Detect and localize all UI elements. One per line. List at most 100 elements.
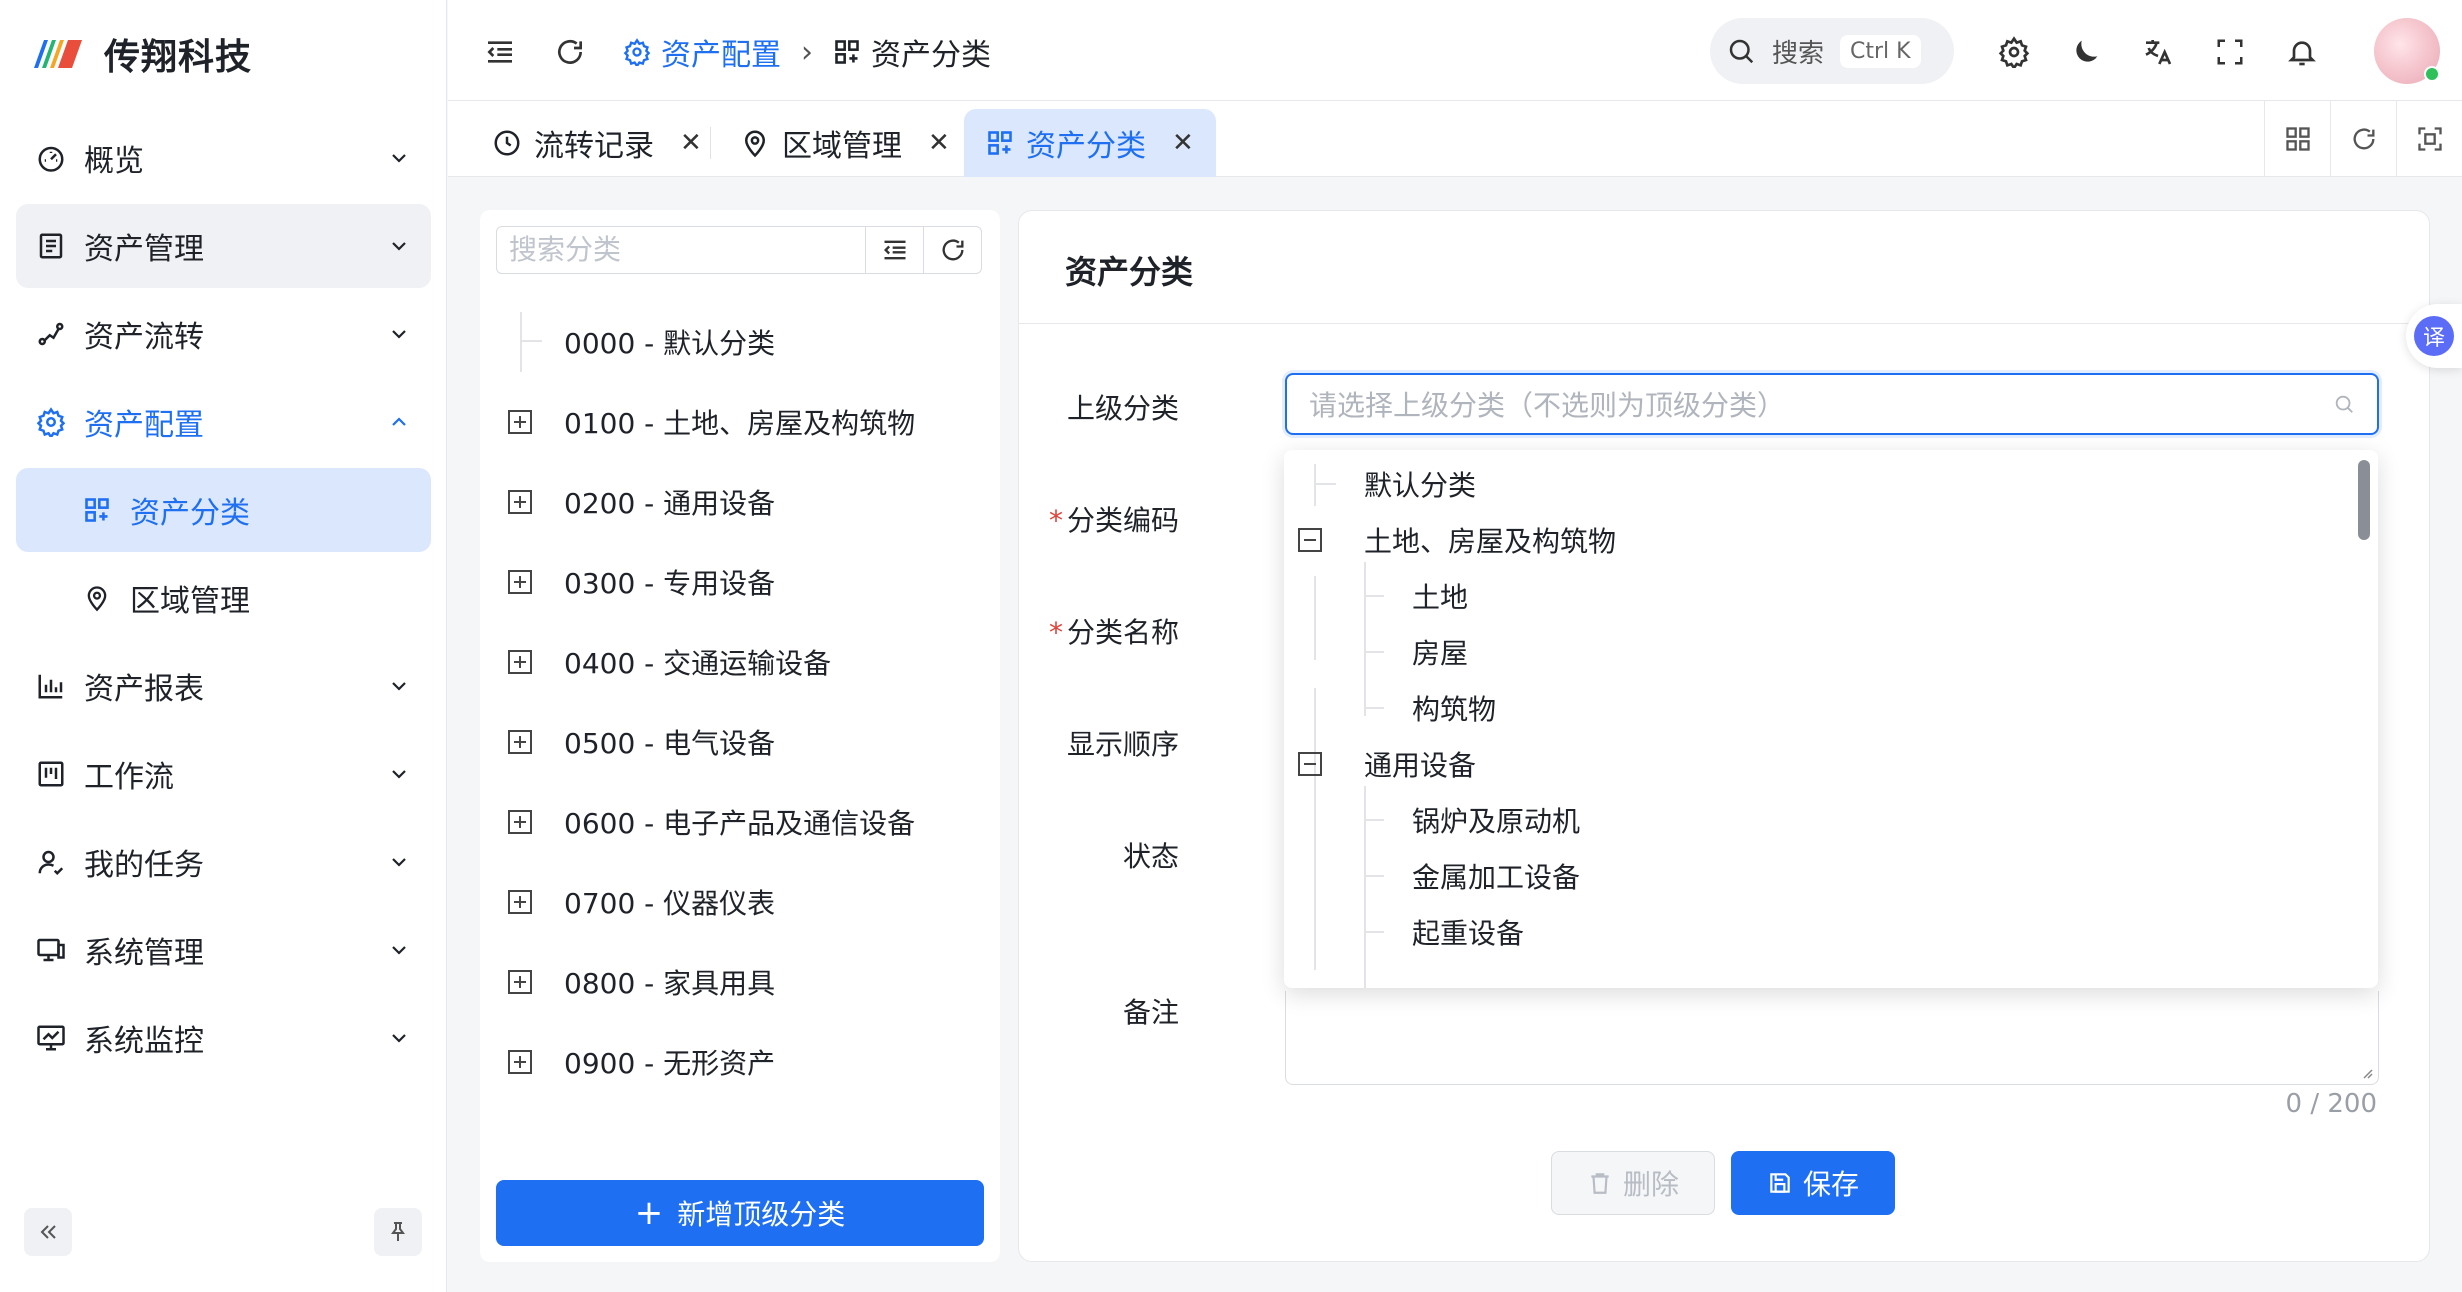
tab-asset-category[interactable]: 资产分类 ✕: [964, 109, 1216, 177]
breadcrumb-asset-config[interactable]: 资产配置: [623, 30, 781, 74]
parent-category-dropdown: 默认分类 土地、房屋及构筑物 土地 房屋 构筑物 通用设备 锅炉及原动机 金属加…: [1284, 450, 2378, 988]
tree-refresh-button[interactable]: [923, 227, 981, 273]
chevron-down-icon: [392, 330, 406, 339]
global-search[interactable]: 搜索 Ctrl K: [1710, 18, 1954, 84]
settings-button[interactable]: [1992, 30, 2036, 74]
sidebar-item-area-management[interactable]: 区域管理: [16, 556, 431, 640]
tree-node[interactable]: 0300 - 专用设备: [496, 542, 986, 622]
category-tree: 0000 - 默认分类 0100 - 土地、房屋及构筑物 0200 - 通用设备…: [496, 302, 986, 1102]
tree-node[interactable]: 0400 - 交通运输设备: [496, 622, 986, 702]
add-top-category-button[interactable]: + 新增顶级分类: [496, 1180, 984, 1246]
notifications-button[interactable]: [2280, 30, 2324, 74]
sidebar-item-asset-report[interactable]: 资产报表: [16, 644, 431, 728]
dropdown-option[interactable]: 起重设备: [1284, 904, 2378, 960]
collapse-sidebar-button[interactable]: [24, 1208, 72, 1256]
expand-icon[interactable]: [508, 970, 532, 994]
tab-refresh-button[interactable]: [2330, 101, 2396, 177]
expand-icon[interactable]: [508, 890, 532, 914]
sidebar-item-system-monitor[interactable]: 系统监控: [16, 996, 431, 1080]
resize-handle-icon[interactable]: [2358, 1064, 2374, 1080]
sidebar-item-asset-flow[interactable]: 资产流转: [16, 292, 431, 376]
sidebar-item-overview[interactable]: 概览: [16, 116, 431, 200]
remark-textarea[interactable]: [1285, 991, 2379, 1085]
sidebar-item-label: 我的任务: [84, 848, 204, 883]
user-task-icon: [34, 845, 68, 879]
tree-node-label: 0800 - 家具用具: [564, 967, 776, 1000]
expand-icon[interactable]: [508, 650, 532, 674]
sidebar-item-workflow[interactable]: 工作流: [16, 732, 431, 816]
location-icon: [80, 581, 114, 615]
menu-fold-icon: [487, 41, 512, 63]
tree-node[interactable]: 0000 - 默认分类: [496, 302, 986, 382]
parent-category-select[interactable]: 请选择上级分类（不选则为顶级分类）: [1285, 373, 2379, 435]
user-avatar[interactable]: [2374, 18, 2440, 84]
tree-node[interactable]: 0800 - 家具用具: [496, 942, 986, 1022]
category-icon: [988, 131, 1012, 155]
collapse-icon[interactable]: [1298, 752, 1322, 776]
collapse-all-button[interactable]: [865, 227, 923, 273]
sidebar-item-label: 工作流: [84, 760, 174, 795]
dropdown-option[interactable]: 默认分类: [1284, 456, 2378, 512]
dropdown-option[interactable]: 构筑物: [1284, 680, 2378, 736]
dropdown-option[interactable]: 土地、房屋及构筑物: [1284, 512, 2378, 568]
label-text: 上级分类: [1066, 392, 1179, 425]
collapse-icon[interactable]: [1298, 528, 1322, 552]
parent-category-placeholder: 请选择上级分类（不选则为顶级分类）: [1309, 389, 1786, 422]
close-icon[interactable]: ✕: [928, 128, 950, 158]
close-icon[interactable]: ✕: [1172, 128, 1194, 158]
dropdown-option[interactable]: 土地: [1284, 568, 2378, 624]
dropdown-option[interactable]: 锅炉及原动机: [1284, 792, 2378, 848]
tree-node[interactable]: 0200 - 通用设备: [496, 462, 986, 542]
language-button[interactable]: [2136, 30, 2180, 74]
maximize-icon: [2417, 127, 2442, 151]
dropdown-option[interactable]: 通用设备: [1284, 736, 2378, 792]
dropdown-scrollbar[interactable]: [2358, 460, 2370, 540]
tree-node[interactable]: 0700 - 仪器仪表: [496, 862, 986, 942]
expand-icon[interactable]: [508, 730, 532, 754]
sidebar-item-my-tasks[interactable]: 我的任务: [16, 820, 431, 904]
dropdown-option[interactable]: 金属加工设备: [1284, 848, 2378, 904]
tree-node[interactable]: 0500 - 电气设备: [496, 702, 986, 782]
location-icon: [744, 130, 766, 158]
delete-button[interactable]: 删除: [1551, 1151, 1715, 1215]
tree-node[interactable]: 0900 - 无形资产: [496, 1022, 986, 1102]
tree-node[interactable]: 0100 - 土地、房屋及构筑物: [496, 382, 986, 462]
dropdown-option[interactable]: 房屋: [1284, 624, 2378, 680]
tree-search: 搜索分类: [496, 226, 982, 274]
sidebar-item-asset-config[interactable]: 资产配置: [16, 380, 431, 464]
theme-toggle-button[interactable]: [2064, 30, 2108, 74]
brand[interactable]: 传翔科技: [28, 28, 252, 80]
sidebar-item-asset-management[interactable]: 资产管理: [16, 204, 431, 288]
tab-area-management[interactable]: 区域管理 ✕: [718, 109, 972, 177]
tab-maximize-button[interactable]: [2396, 101, 2462, 177]
expand-icon[interactable]: [508, 810, 532, 834]
sidebar-menu: 概览 资产管理 资产流转 资产配置 资产分类 区域管理 资产报表 工作流 我的任…: [16, 116, 431, 1084]
expand-icon[interactable]: [508, 570, 532, 594]
option-label: 通用设备: [1364, 749, 1477, 782]
tree-node-label: 0300 - 专用设备: [564, 567, 776, 600]
monitor-icon: [34, 933, 68, 967]
fullscreen-button[interactable]: [2208, 30, 2252, 74]
expand-icon[interactable]: [508, 490, 532, 514]
breadcrumb: 资产配置 › 资产分类: [623, 30, 991, 74]
sidebar-item-asset-category[interactable]: 资产分类: [16, 468, 431, 552]
tree-search-input[interactable]: 搜索分类: [497, 227, 865, 273]
flow-icon: [34, 317, 68, 351]
translate-widget[interactable]: 译: [2406, 304, 2462, 368]
label-text: 分类名称: [1066, 616, 1179, 649]
expand-icon[interactable]: [508, 410, 532, 434]
online-status-dot: [2424, 66, 2440, 82]
tab-flow-records[interactable]: 流转记录 ✕: [470, 109, 724, 177]
menu-toggle-button[interactable]: [478, 30, 522, 74]
tree-node[interactable]: 0600 - 电子产品及通信设备: [496, 782, 986, 862]
pin-sidebar-button[interactable]: [374, 1208, 422, 1256]
tab-overview-button[interactable]: [2264, 101, 2330, 177]
refresh-button[interactable]: [548, 30, 592, 74]
parent-category-label: 上级分类: [929, 387, 1179, 427]
save-button[interactable]: 保存: [1731, 1151, 1895, 1215]
plus-icon: +: [634, 1193, 664, 1233]
expand-icon[interactable]: [508, 1050, 532, 1074]
close-icon[interactable]: ✕: [680, 128, 702, 158]
tab-label: 流转记录: [534, 129, 654, 164]
sidebar-item-system-management[interactable]: 系统管理: [16, 908, 431, 992]
